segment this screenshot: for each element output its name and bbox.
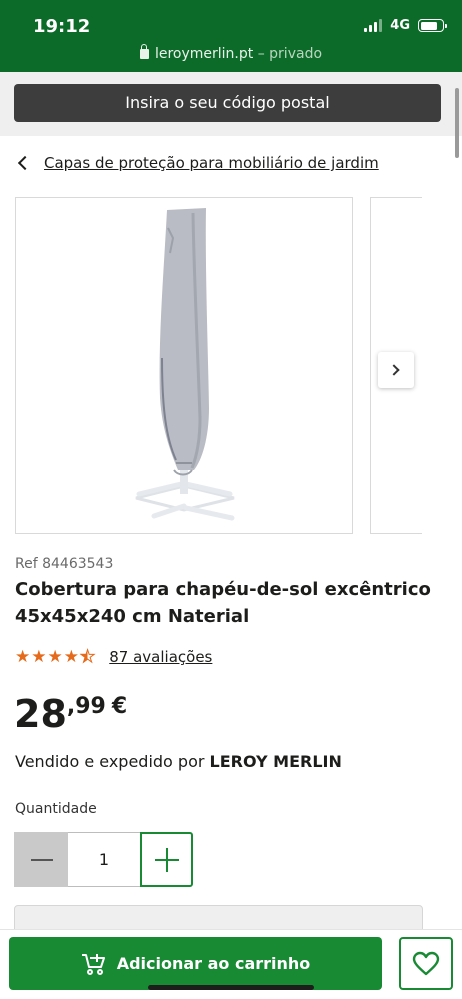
- add-to-cart-button[interactable]: Adicionar ao carrinho: [9, 937, 382, 990]
- add-to-cart-label: Adicionar ao carrinho: [116, 954, 311, 973]
- heart-icon: [412, 951, 440, 975]
- reviews-link[interactable]: 87 avaliações: [109, 648, 212, 666]
- quantity-label: Quantidade: [15, 801, 97, 817]
- product-image[interactable]: [15, 197, 353, 534]
- star-filled-icon: ★: [63, 647, 79, 667]
- star-filled-icon: ★: [31, 647, 47, 667]
- url-domain: leroymerlin.pt: [154, 46, 254, 62]
- private-mode-label: – privado: [257, 46, 323, 62]
- postal-code-button[interactable]: Insira o seu código postal: [14, 84, 441, 122]
- umbrella-cover-image: [135, 208, 235, 521]
- cart-add-icon: [81, 953, 105, 975]
- star-filled-icon: ★: [47, 647, 63, 667]
- product-price: 28 ,99 €: [14, 690, 127, 738]
- seller-name: LEROY MERLIN: [209, 752, 342, 771]
- price-integer: 28: [14, 692, 67, 736]
- scrollbar[interactable]: [455, 88, 459, 158]
- chevron-right-icon: [388, 364, 400, 376]
- star-half-icon: ★: [79, 647, 96, 667]
- signal-icon: [364, 19, 383, 32]
- status-bar: 19:12 4G leroymerlin.pt – privado: [0, 0, 462, 72]
- status-indicators: 4G: [364, 18, 447, 33]
- breadcrumb[interactable]: Capas de proteção para mobiliário de jar…: [16, 154, 379, 172]
- gallery-next-button[interactable]: [378, 352, 414, 388]
- breadcrumb-link[interactable]: Capas de proteção para mobiliário de jar…: [44, 154, 379, 172]
- network-type: 4G: [390, 18, 410, 33]
- product-ref: Ref 84463543: [15, 556, 114, 572]
- rating-stars: ★ ★ ★ ★ ★: [15, 647, 96, 667]
- status-time: 19:12: [33, 16, 91, 37]
- chevron-left-icon[interactable]: [17, 155, 33, 171]
- seller-info: Vendido e expedido por LEROY MERLIN: [15, 752, 342, 771]
- product-rating[interactable]: ★ ★ ★ ★ ★ 87 avaliações: [15, 647, 212, 667]
- url-bar[interactable]: leroymerlin.pt – privado: [0, 44, 462, 62]
- product-title: Cobertura para chapéu-de-sol excêntrico …: [15, 579, 431, 627]
- seller-prefix: Vendido e expedido por: [15, 752, 210, 771]
- quantity-input[interactable]: 1: [68, 832, 140, 887]
- home-indicator: [148, 985, 314, 990]
- lock-icon: [139, 44, 149, 59]
- quantity-stepper: 1: [14, 832, 193, 887]
- star-filled-icon: ★: [15, 647, 31, 667]
- quantity-decrease-button[interactable]: [14, 832, 68, 887]
- favorite-button[interactable]: [399, 937, 453, 990]
- price-currency: €: [111, 694, 128, 719]
- battery-icon: [418, 19, 447, 32]
- quantity-increase-button[interactable]: [140, 832, 193, 887]
- price-decimals: ,99: [66, 694, 106, 719]
